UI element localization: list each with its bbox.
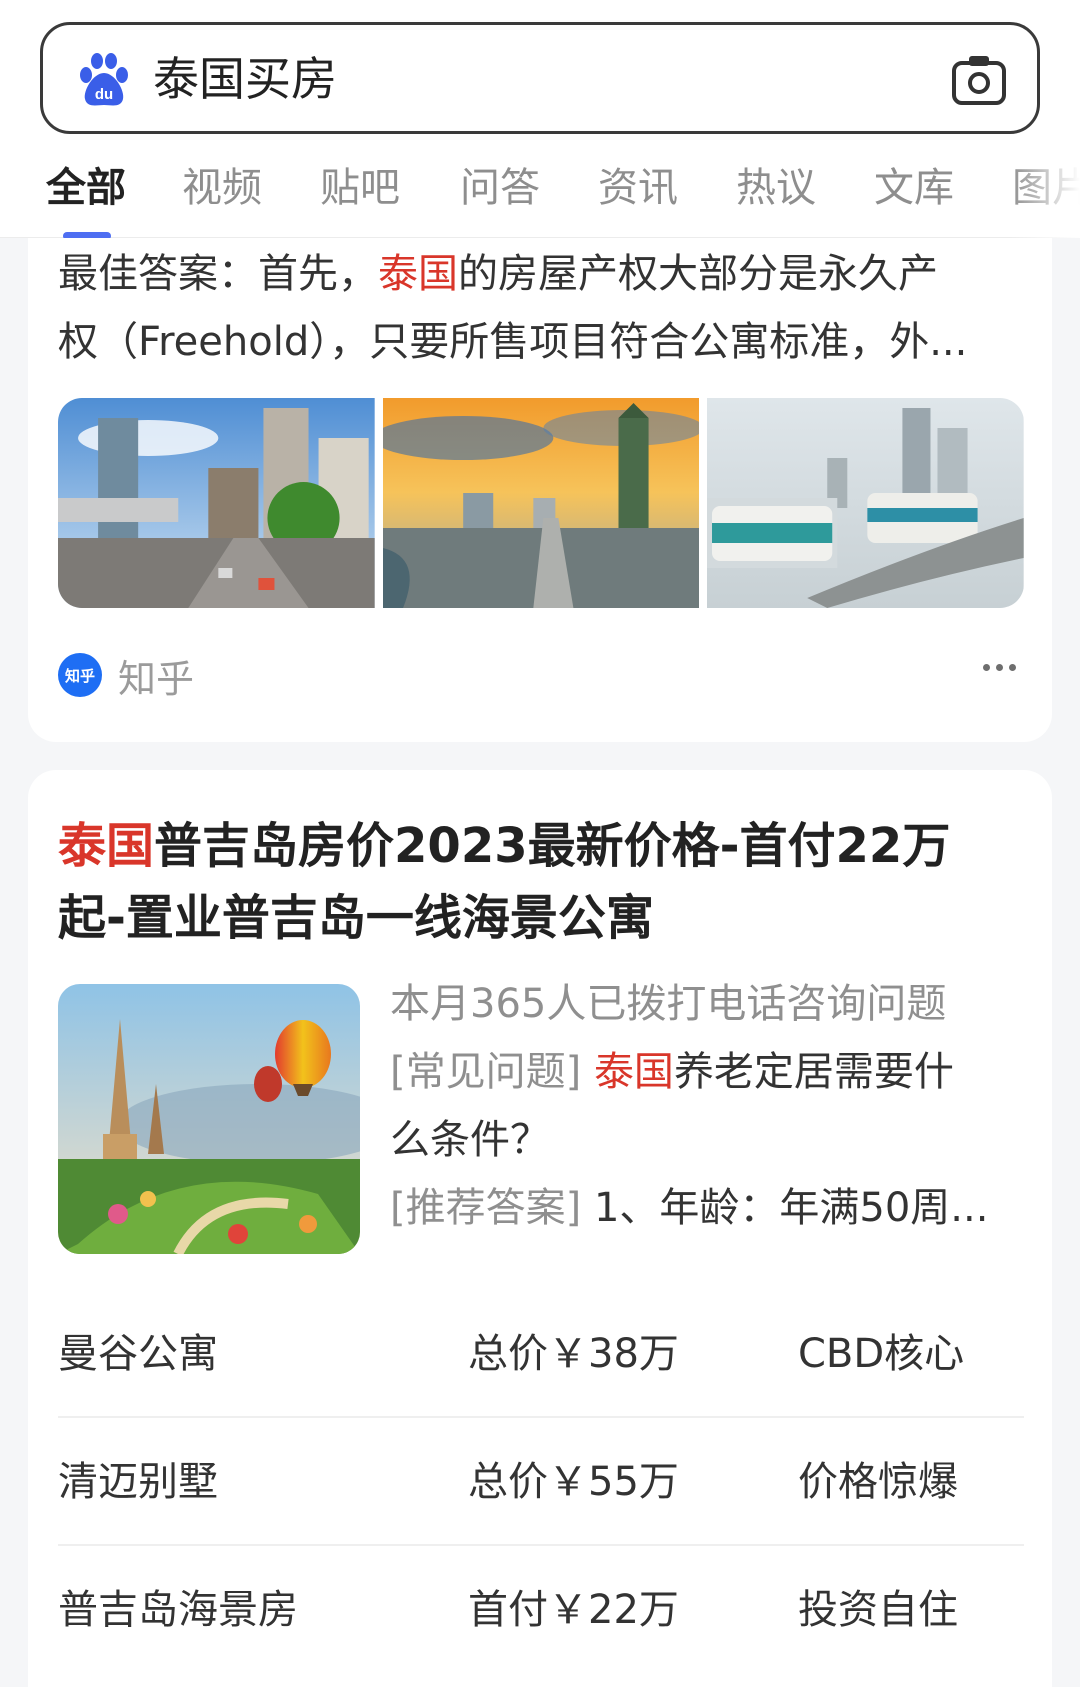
zhihu-icon: 知乎 <box>58 653 102 697</box>
title-line1: 普吉岛房价2023最新价格-首付22万 <box>154 818 951 874</box>
listing-price[interactable]: 首付￥22万 <box>468 1582 679 1638</box>
image-strip[interactable] <box>58 398 1024 608</box>
faq-tag: [常见问题] <box>390 1049 582 1095</box>
source-info[interactable]: 知乎 知乎 <box>58 648 194 703</box>
temple-balloon-thumbnail[interactable] <box>58 984 360 1254</box>
result-description[interactable]: 本月365人已拨打电话咨询问题 [常见问题] 泰国养老定居需要什 么条件？ [推… <box>390 970 1030 1242</box>
result-card-ad[interactable]: 泰国普吉岛房价2023最新价格-首付22万 起-置业普吉岛一线海景公寓 本月36… <box>28 770 1052 1687</box>
result-title[interactable]: 泰国普吉岛房价2023最新价格-首付22万 起-置业普吉岛一线海景公寓 <box>58 810 1038 954</box>
answer-tag: [推荐答案] <box>390 1185 582 1231</box>
listing-tag[interactable]: CBD核心 <box>798 1326 964 1382</box>
faq-text-2: 么条件？ <box>390 1117 550 1163</box>
source-name[interactable]: 知乎 <box>118 648 194 703</box>
consult-count: 本月365人已拨打电话咨询问题 <box>390 981 947 1027</box>
listing-table: 曼谷公寓 总价￥38万 CBD核心 清迈别墅 总价￥55万 价格惊爆 普吉岛海景… <box>58 1290 1024 1674</box>
tab-discussion[interactable]: 热议 <box>736 160 816 216</box>
tab-qa[interactable]: 问答 <box>460 160 540 216</box>
listing-row[interactable]: 清迈别墅 总价￥55万 价格惊爆 <box>58 1418 1024 1546</box>
listing-price[interactable]: 总价￥55万 <box>468 1454 679 1510</box>
tab-fade <box>1010 150 1080 238</box>
tab-tieba[interactable]: 贴吧 <box>320 160 400 216</box>
listing-price[interactable]: 总价￥38万 <box>468 1326 679 1382</box>
listing-name[interactable]: 清迈别墅 <box>58 1454 218 1510</box>
listing-tag[interactable]: 价格惊爆 <box>798 1454 958 1510</box>
faq-text-1: 养老定居需要什 <box>673 1049 954 1095</box>
answer-line1: 的房屋产权大部分是永久产 <box>458 251 938 297</box>
tab-all[interactable]: 全部 <box>46 160 126 216</box>
listing-row[interactable]: 普吉岛海景房 首付￥22万 投资自住 <box>58 1546 1024 1674</box>
search-input[interactable]: 泰国买房 <box>153 49 337 109</box>
tab-news[interactable]: 资讯 <box>598 160 678 216</box>
search-box[interactable]: du 泰国买房 <box>40 22 1040 134</box>
result-card-zhihu[interactable]: 最佳答案：首先，泰国的房屋产权大部分是永久产 权（Freehold），只要所售项… <box>28 220 1052 742</box>
answer-line2: 权（Freehold），只要所售项目符合公寓标准，外... <box>58 319 968 365</box>
tab-video[interactable]: 视频 <box>182 160 262 216</box>
listing-name[interactable]: 普吉岛海景房 <box>58 1582 298 1638</box>
active-tab-indicator <box>63 232 111 238</box>
listing-name[interactable]: 曼谷公寓 <box>58 1326 218 1382</box>
faq-highlight: 泰国 <box>593 1049 674 1095</box>
recommended-answer: 1、年龄：年满50周... <box>593 1185 989 1231</box>
skytrain-image[interactable] <box>707 398 1024 608</box>
baidu-logo-icon[interactable]: du <box>77 53 131 109</box>
answer-prefix: 最佳答案：首先， <box>58 251 378 297</box>
best-answer-snippet[interactable]: 最佳答案：首先，泰国的房屋产权大部分是永久产 权（Freehold），只要所售项… <box>58 240 1020 376</box>
more-options-icon[interactable] <box>983 664 1016 671</box>
camera-icon[interactable] <box>951 53 1007 107</box>
svg-text:du: du <box>95 86 113 103</box>
bangkok-skyline-sunset-image[interactable] <box>382 398 700 608</box>
answer-highlight: 泰国 <box>378 251 458 297</box>
title-highlight: 泰国 <box>58 818 155 874</box>
tab-bar: 全部 视频 贴吧 问答 资讯 热议 文库 图片 <box>0 150 1080 238</box>
tab-library[interactable]: 文库 <box>874 160 954 216</box>
bangkok-street-image[interactable] <box>58 398 375 608</box>
listing-tag[interactable]: 投资自住 <box>798 1582 958 1638</box>
listing-row[interactable]: 曼谷公寓 总价￥38万 CBD核心 <box>58 1290 1024 1418</box>
header: du 泰国买房 全部 视频 贴吧 问答 资讯 热议 文库 图片 <box>0 0 1080 238</box>
title-line2: 起-置业普吉岛一线海景公寓 <box>58 890 654 946</box>
